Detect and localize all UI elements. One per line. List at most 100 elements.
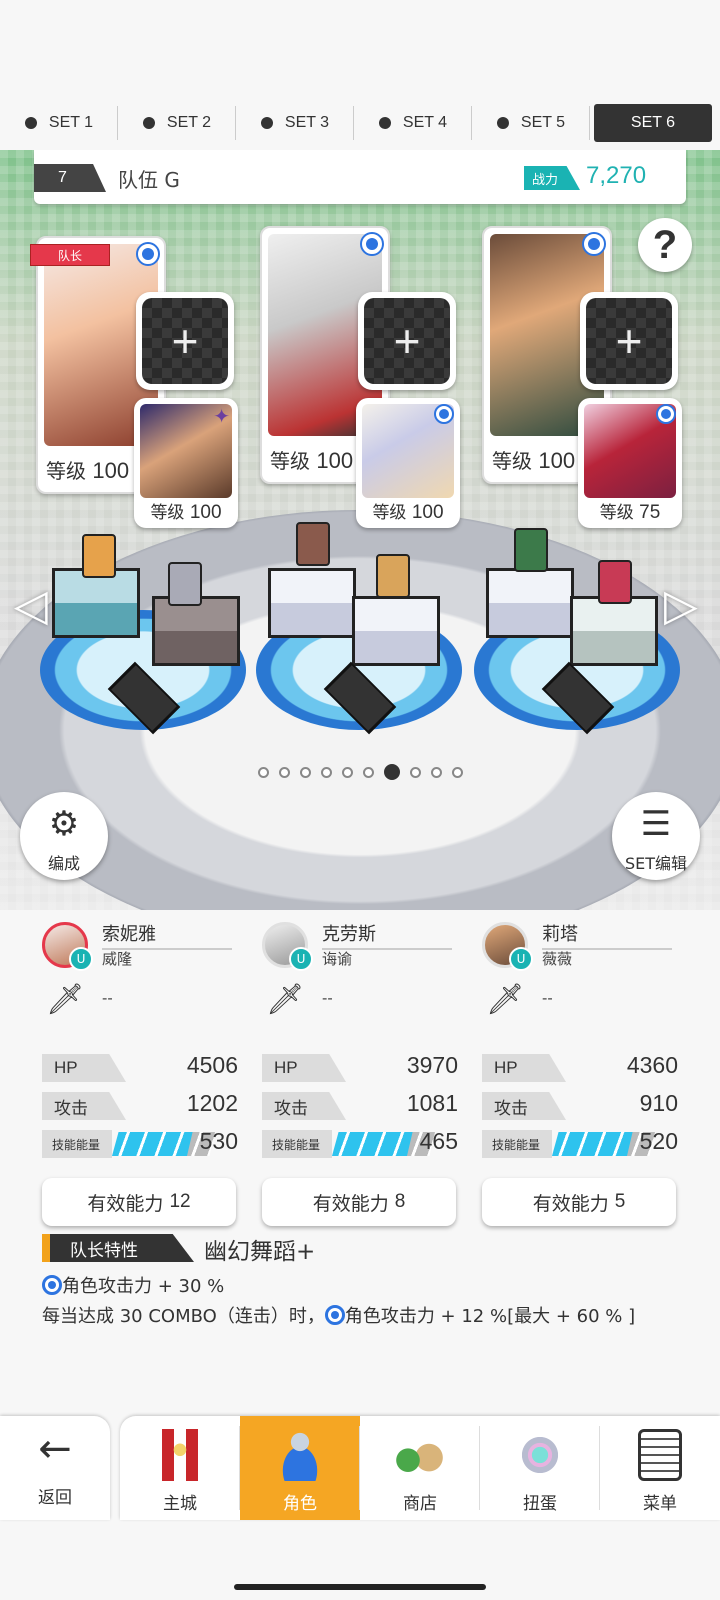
tab-set-3[interactable]: SET 3: [236, 102, 354, 144]
weapon-slot-icon: +: [142, 298, 228, 384]
atk-label: 攻击: [42, 1092, 126, 1120]
weapon-icon: 🗡: [486, 982, 525, 1017]
atk-row: 攻击 1202: [42, 1090, 238, 1120]
ability-label: 有效能力: [532, 1192, 609, 1215]
pixel-sprite: [376, 554, 410, 598]
page-dot[interactable]: [320, 766, 332, 778]
ability-button[interactable]: 有效能力 8: [262, 1178, 456, 1226]
page-dot[interactable]: [409, 766, 421, 778]
avatar[interactable]: [262, 922, 313, 971]
ability-button[interactable]: 有效能力 12: [42, 1178, 236, 1226]
sub-character-card[interactable]: 等级 75: [578, 398, 682, 528]
nav-item-menu[interactable]: 菜单: [600, 1416, 720, 1520]
tab-label: SET 2: [166, 114, 212, 131]
back-button[interactable]: ← 返回: [0, 1416, 110, 1520]
prev-arrow-icon[interactable]: ◁: [14, 580, 48, 631]
equip-slot[interactable]: +: [358, 292, 456, 390]
tab-dot-icon: [378, 117, 391, 129]
set-edit-button[interactable]: ☰ SET编辑: [612, 792, 700, 880]
atk-row: 攻击 1081: [262, 1090, 458, 1120]
sub-character-card[interactable]: ✦ 等级 100: [134, 398, 238, 528]
character-level: 等级 100: [492, 448, 576, 473]
page-dot[interactable]: [299, 766, 311, 778]
page-dot[interactable]: [451, 766, 463, 778]
formation-gear-icon: ⚙: [48, 804, 80, 844]
page-dot[interactable]: [430, 766, 442, 778]
pixel-sprite: [598, 560, 632, 604]
bottom-nav: ← 返回 主城 角色 商店 扭蛋 菜单: [0, 1416, 720, 1520]
energy-row: 技能能量 520: [482, 1128, 678, 1158]
hp-row: HP 3970: [262, 1052, 458, 1082]
hp-row: HP 4506: [42, 1052, 238, 1082]
tab-set-5[interactable]: SET 5: [472, 102, 590, 144]
energy-value: 530: [199, 1128, 238, 1154]
tab-set-4[interactable]: SET 4: [354, 102, 472, 144]
page-dot[interactable]: [257, 766, 269, 778]
sub-character-card[interactable]: 等级 100: [356, 398, 460, 528]
select-toggle-icon[interactable]: [136, 242, 160, 266]
tab-set-1[interactable]: SET 1: [0, 102, 118, 144]
equip-slot[interactable]: +: [580, 292, 678, 390]
page-dot[interactable]: [383, 764, 400, 780]
nav-item-shop[interactable]: 商店: [360, 1416, 480, 1520]
tab-dot-icon: [260, 117, 273, 129]
nav-group: 主城 角色 商店 扭蛋 菜单: [120, 1416, 720, 1520]
hp-value: 4506: [186, 1052, 238, 1078]
character-name: 克劳斯: [322, 920, 452, 950]
ability-button[interactable]: 有效能力 5: [482, 1178, 676, 1226]
hp-label: HP: [262, 1054, 346, 1082]
select-toggle-icon[interactable]: [582, 232, 606, 256]
equip-slot[interactable]: +: [136, 292, 234, 390]
formation-button[interactable]: ⚙ 编成: [20, 792, 108, 880]
avatar[interactable]: [482, 922, 533, 971]
page-dot[interactable]: [341, 766, 353, 778]
energy-row: 技能能量 465: [262, 1128, 458, 1158]
page-dot[interactable]: [362, 766, 374, 778]
tab-label: SET 6: [630, 114, 676, 131]
back-arrow-icon: ←: [38, 1425, 72, 1472]
weapon-icon: 🗡: [46, 982, 85, 1017]
energy-label: 技能能量: [42, 1130, 112, 1158]
character-level: 等级 100: [46, 458, 130, 483]
shop-bag-icon: [390, 1429, 450, 1481]
character-info-panel: 索妮雅 威隆 🗡 -- HP4506 攻击1202 技能能量530 有效能力12…: [0, 916, 720, 1386]
pixel-sprite: [82, 534, 116, 578]
next-arrow-icon[interactable]: ▷: [664, 580, 698, 631]
select-toggle-icon[interactable]: [360, 232, 384, 256]
nav-item-gacha[interactable]: 扭蛋: [480, 1416, 600, 1520]
home-indicator[interactable]: [234, 1584, 486, 1590]
select-toggle-icon[interactable]: [434, 404, 454, 424]
power-value: 7,270: [586, 162, 647, 189]
sparkle-icon: ✦: [213, 404, 230, 428]
formation-label: 编成: [47, 854, 80, 873]
energy-row: 技能能量 530: [42, 1128, 238, 1158]
nav-label: 商店: [403, 1494, 437, 1514]
pixel-sprite: [296, 522, 330, 566]
character-icon: [270, 1429, 330, 1481]
pedestal: [474, 528, 680, 735]
atk-value: 1081: [406, 1090, 458, 1116]
energy-label: 技能能量: [482, 1130, 552, 1158]
leader-trait-label: 队长特性: [42, 1234, 194, 1262]
tab-set-2[interactable]: SET 2: [118, 102, 236, 144]
tab-label: SET 3: [284, 114, 330, 131]
tab-label: SET 5: [520, 114, 566, 131]
select-toggle-icon[interactable]: [656, 404, 676, 424]
atk-label: 攻击: [262, 1092, 346, 1120]
help-button[interactable]: ?: [638, 218, 692, 272]
castle-icon: [150, 1429, 210, 1481]
weapon-value: --: [542, 990, 553, 1007]
atk-value: 1202: [186, 1090, 238, 1116]
nav-label: 扭蛋: [523, 1494, 557, 1514]
nav-item-character[interactable]: 角色: [240, 1416, 360, 1520]
back-label: 返回: [38, 1487, 72, 1508]
tab-label: SET 1: [48, 114, 94, 131]
list-icon: ☰: [640, 804, 672, 844]
team-bar[interactable]: 7 队伍 G 战力 7,270: [34, 150, 686, 204]
tab-set-6[interactable]: SET 6: [594, 104, 712, 142]
avatar[interactable]: [42, 922, 93, 971]
tab-label: SET 4: [402, 114, 448, 131]
pedestal-block: [152, 596, 240, 666]
nav-item-main-city[interactable]: 主城: [120, 1416, 240, 1520]
page-dot[interactable]: [278, 766, 290, 778]
